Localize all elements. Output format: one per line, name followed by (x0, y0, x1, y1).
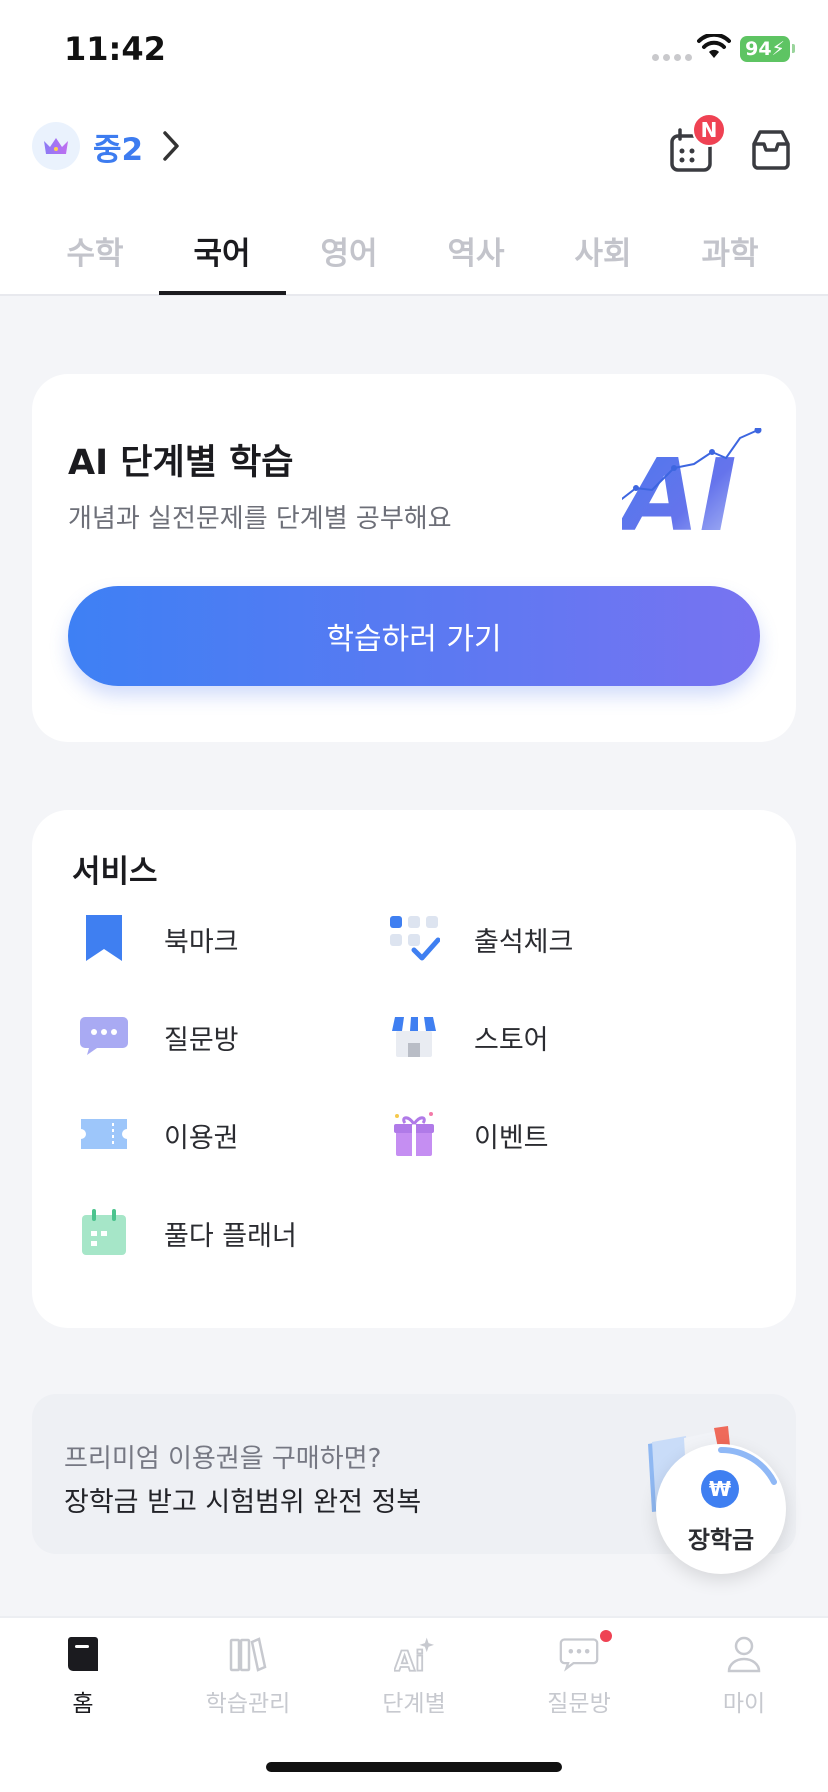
promo-subtitle: 프리미엄 이용권을 구매하면? (64, 1444, 382, 1474)
nav-label: 단계별 (382, 1691, 446, 1717)
notification-dot (600, 1630, 612, 1642)
chat-icon (559, 1632, 599, 1676)
books-icon (228, 1632, 268, 1676)
person-icon (724, 1632, 764, 1676)
chevron-right-icon[interactable] (160, 130, 182, 162)
scholarship-button[interactable]: ₩ 장학금 (656, 1444, 786, 1574)
status-time: 11:42 (64, 30, 166, 68)
services-title: 서비스 (72, 854, 158, 890)
nav-question-room[interactable]: 질문방 (519, 1632, 639, 1722)
nav-step-learning[interactable]: Ai 단계별 (354, 1632, 474, 1722)
scholarship-label: 장학금 (687, 1526, 755, 1554)
won-coin-icon: ₩ (701, 1470, 739, 1508)
crown-icon[interactable] (32, 122, 80, 170)
tab-math[interactable]: 수학 (32, 228, 158, 273)
new-badge: N (692, 113, 726, 147)
service-question-room[interactable]: 질문방 (74, 1006, 374, 1066)
signal-icon (652, 54, 692, 61)
ai-card-description: 개념과 실전문제를 단계별 공부해요 (68, 504, 452, 534)
tab-history[interactable]: 역사 (413, 228, 539, 273)
service-bookmark[interactable]: 북마크 (74, 908, 374, 968)
nav-label: 질문방 (547, 1691, 611, 1717)
svg-text:Ai: Ai (394, 1646, 424, 1674)
store-icon (384, 1006, 444, 1066)
battery-tip (792, 44, 795, 53)
service-label: 북마크 (164, 927, 239, 958)
grade-selector[interactable]: 중2 (93, 124, 143, 169)
ai-step-learning-card: AI 단계별 학습 개념과 실전문제를 단계별 공부해요 AI 학습하러 가기 (32, 374, 796, 742)
service-label: 풀다 플래너 (164, 1221, 297, 1252)
home-indicator (266, 1762, 562, 1772)
tab-english[interactable]: 영어 (286, 228, 412, 273)
service-label: 이벤트 (474, 1123, 549, 1154)
service-store[interactable]: 스토어 (384, 1006, 684, 1066)
nav-label: 마이 (722, 1691, 766, 1717)
battery-charging-icon: 94 ⚡ (740, 36, 790, 62)
service-pass[interactable]: 이용권 (74, 1104, 374, 1164)
service-label: 스토어 (474, 1025, 549, 1056)
subject-tabs: 수학 국어 영어 역사 사회 과학 (32, 220, 796, 296)
service-event[interactable]: 이벤트 (384, 1104, 684, 1164)
chat-bubble-icon (74, 1006, 134, 1066)
service-label: 질문방 (164, 1025, 239, 1056)
tab-science[interactable]: 과학 (667, 228, 793, 273)
ai-card-title: AI 단계별 학습 (68, 443, 294, 483)
nav-label: 학습관리 (205, 1691, 291, 1717)
service-label: 이용권 (164, 1123, 239, 1154)
start-learning-button[interactable]: 학습하러 가기 (68, 586, 760, 686)
nav-label: 홈 (72, 1691, 94, 1717)
service-attendance[interactable]: 출석체크 (384, 908, 684, 968)
nav-my[interactable]: 마이 (684, 1632, 804, 1722)
services-card: 서비스 북마크 출석체크 질문방 스토어 이용권 이벤트 풀다 플래너 (32, 810, 796, 1328)
bookmark-icon (74, 908, 134, 968)
promo-headline: 장학금 받고 시험범위 완전 정복 (64, 1487, 422, 1518)
service-label: 출석체크 (474, 927, 574, 958)
battery-level: 94 (745, 38, 772, 60)
nav-home[interactable]: 홈 (23, 1632, 143, 1722)
attendance-check-icon (384, 908, 444, 968)
wifi-icon (697, 34, 731, 58)
ai-sparkle-icon: Ai (394, 1632, 434, 1676)
nav-study-management[interactable]: 학습관리 (188, 1632, 308, 1722)
tab-society[interactable]: 사회 (540, 228, 666, 273)
inbox-icon[interactable] (746, 124, 796, 174)
ticket-icon (74, 1104, 134, 1164)
ai-logo-icon: AI (622, 428, 762, 538)
gift-icon (384, 1104, 444, 1164)
service-planner[interactable]: 풀다 플래너 (74, 1202, 374, 1262)
active-tab-indicator (159, 291, 286, 295)
home-book-icon (63, 1632, 103, 1676)
planner-calendar-icon (74, 1202, 134, 1262)
tab-korean[interactable]: 국어 (159, 228, 285, 273)
